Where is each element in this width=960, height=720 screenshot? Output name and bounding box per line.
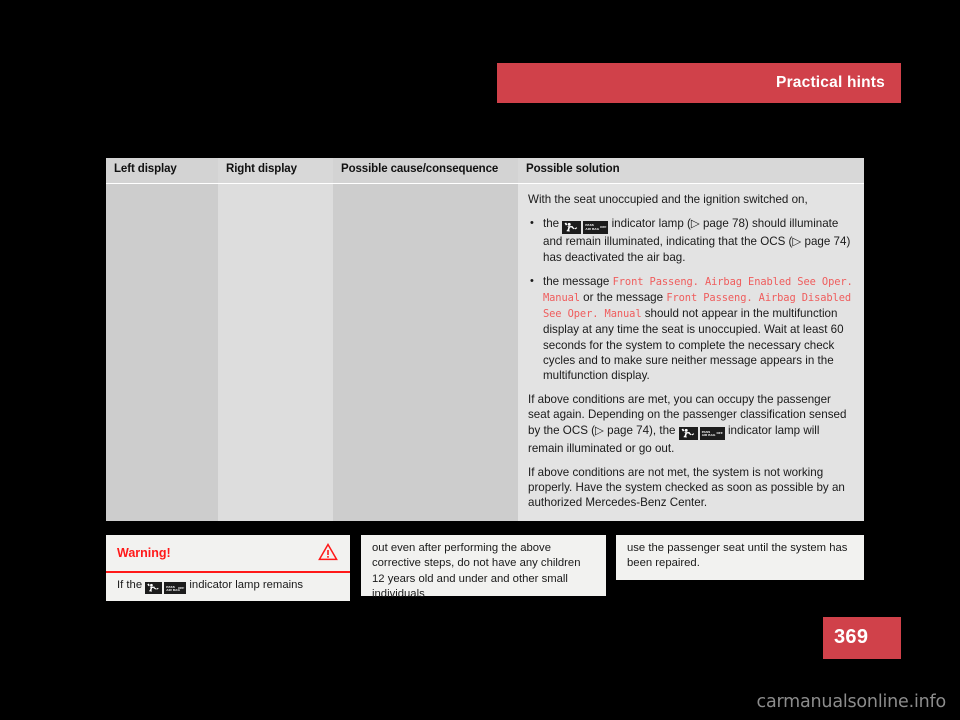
- pass-air-bag-off-indicator-icon: PASS AIR BAG OFF: [145, 581, 187, 596]
- child-seat-airbag-glyph: [147, 583, 159, 592]
- warning-box: Warning! If the PASS AIR BAG OFF indicat…: [106, 535, 350, 601]
- pass-air-bag-off-indicator-icon: PASS AIR BAG OFF: [562, 219, 609, 234]
- bullet-dot-icon: •: [530, 217, 534, 230]
- practical-hints-banner: Practical hints: [497, 63, 901, 103]
- page-number-box: 369: [823, 617, 901, 659]
- cell-right-display: [218, 184, 333, 521]
- solution-bullet-1: • the PASS AIR BAG OFF indicator lamp (▷…: [528, 216, 854, 265]
- site-watermark: carmanualsonline.info: [756, 692, 947, 712]
- continuation-text-right: use the passenger seat until the system …: [627, 542, 848, 570]
- lamp-text-off: OFF: [178, 586, 185, 591]
- warning-text-post: indicator lamp remains: [189, 579, 304, 591]
- lamp-text-off: OFF: [600, 225, 607, 230]
- lamp-text-line-2: AIR BAG: [701, 433, 716, 438]
- continuation-text-middle: out even after performing the above corr…: [372, 542, 581, 601]
- pass-air-bag-off-label-icon: PASS AIR BAG OFF: [583, 220, 609, 234]
- page-title: Practical hints: [776, 74, 885, 91]
- cell-possible-cause: [333, 184, 518, 521]
- bullet-dot-icon: •: [530, 274, 534, 287]
- warning-triangle-glyph: [318, 542, 338, 561]
- bullet-2-mid: or the message: [583, 291, 664, 305]
- column-header-left-display: Left display: [114, 163, 177, 175]
- solution-intro: With the seat unoccupied and the ignitio…: [528, 193, 808, 206]
- solution-bullet-list: • the PASS AIR BAG OFF indicator lamp (▷…: [528, 216, 854, 383]
- child-seat-airbag-figure-icon: [562, 220, 582, 234]
- continuation-box-middle: out even after performing the above corr…: [361, 535, 606, 600]
- column-header-right-display: Right display: [218, 158, 333, 183]
- pass-air-bag-off-label-icon: PASS AIR BAG OFF: [699, 427, 725, 441]
- column-header-possible-solution: Possible solution: [518, 158, 864, 183]
- warning-text-pre: If the: [117, 579, 143, 591]
- solution-paragraph-2: If above conditions are met, you can occ…: [528, 392, 854, 456]
- child-seat-airbag-glyph: [681, 428, 694, 438]
- warning-body-text: If the PASS AIR BAG OFF indicator lamp r…: [106, 573, 350, 596]
- cell-left-display: [106, 184, 218, 521]
- pass-air-bag-off-indicator-icon: PASS AIR BAG OFF: [678, 426, 725, 441]
- column-header-possible-cause: Possible cause/consequence: [341, 163, 499, 175]
- solution-bullet-2: • the message Front Passeng. Airbag Enabl…: [528, 274, 854, 383]
- table-header-row: Left display Right display Possible caus…: [106, 158, 864, 184]
- continuation-box-right: use the passenger seat until the system …: [616, 535, 864, 580]
- warning-triangle-icon: [318, 542, 338, 566]
- warning-title: Warning!: [117, 546, 171, 560]
- table-body-row: With the seat unoccupied and the ignitio…: [106, 184, 864, 521]
- lamp-text-off: OFF: [716, 431, 723, 436]
- child-seat-airbag-glyph: [564, 222, 578, 232]
- solution-paragraph-3: If above conditions are not met, the sys…: [528, 466, 845, 510]
- cell-possible-solution: With the seat unoccupied and the ignitio…: [518, 184, 864, 521]
- lamp-text-line-2: AIR BAG: [585, 226, 600, 231]
- page-number: 369: [834, 626, 869, 648]
- pass-air-bag-off-label-icon: PASS AIR BAG OFF: [164, 582, 187, 595]
- troubleshooting-table: Left display Right display Possible caus…: [106, 158, 864, 521]
- child-seat-airbag-figure-icon: [678, 427, 698, 441]
- bullet-2-pre: the message: [543, 274, 610, 288]
- warning-header: Warning!: [106, 535, 350, 573]
- bullet-1-pre: the: [543, 217, 560, 231]
- child-seat-airbag-figure-icon: [145, 582, 163, 595]
